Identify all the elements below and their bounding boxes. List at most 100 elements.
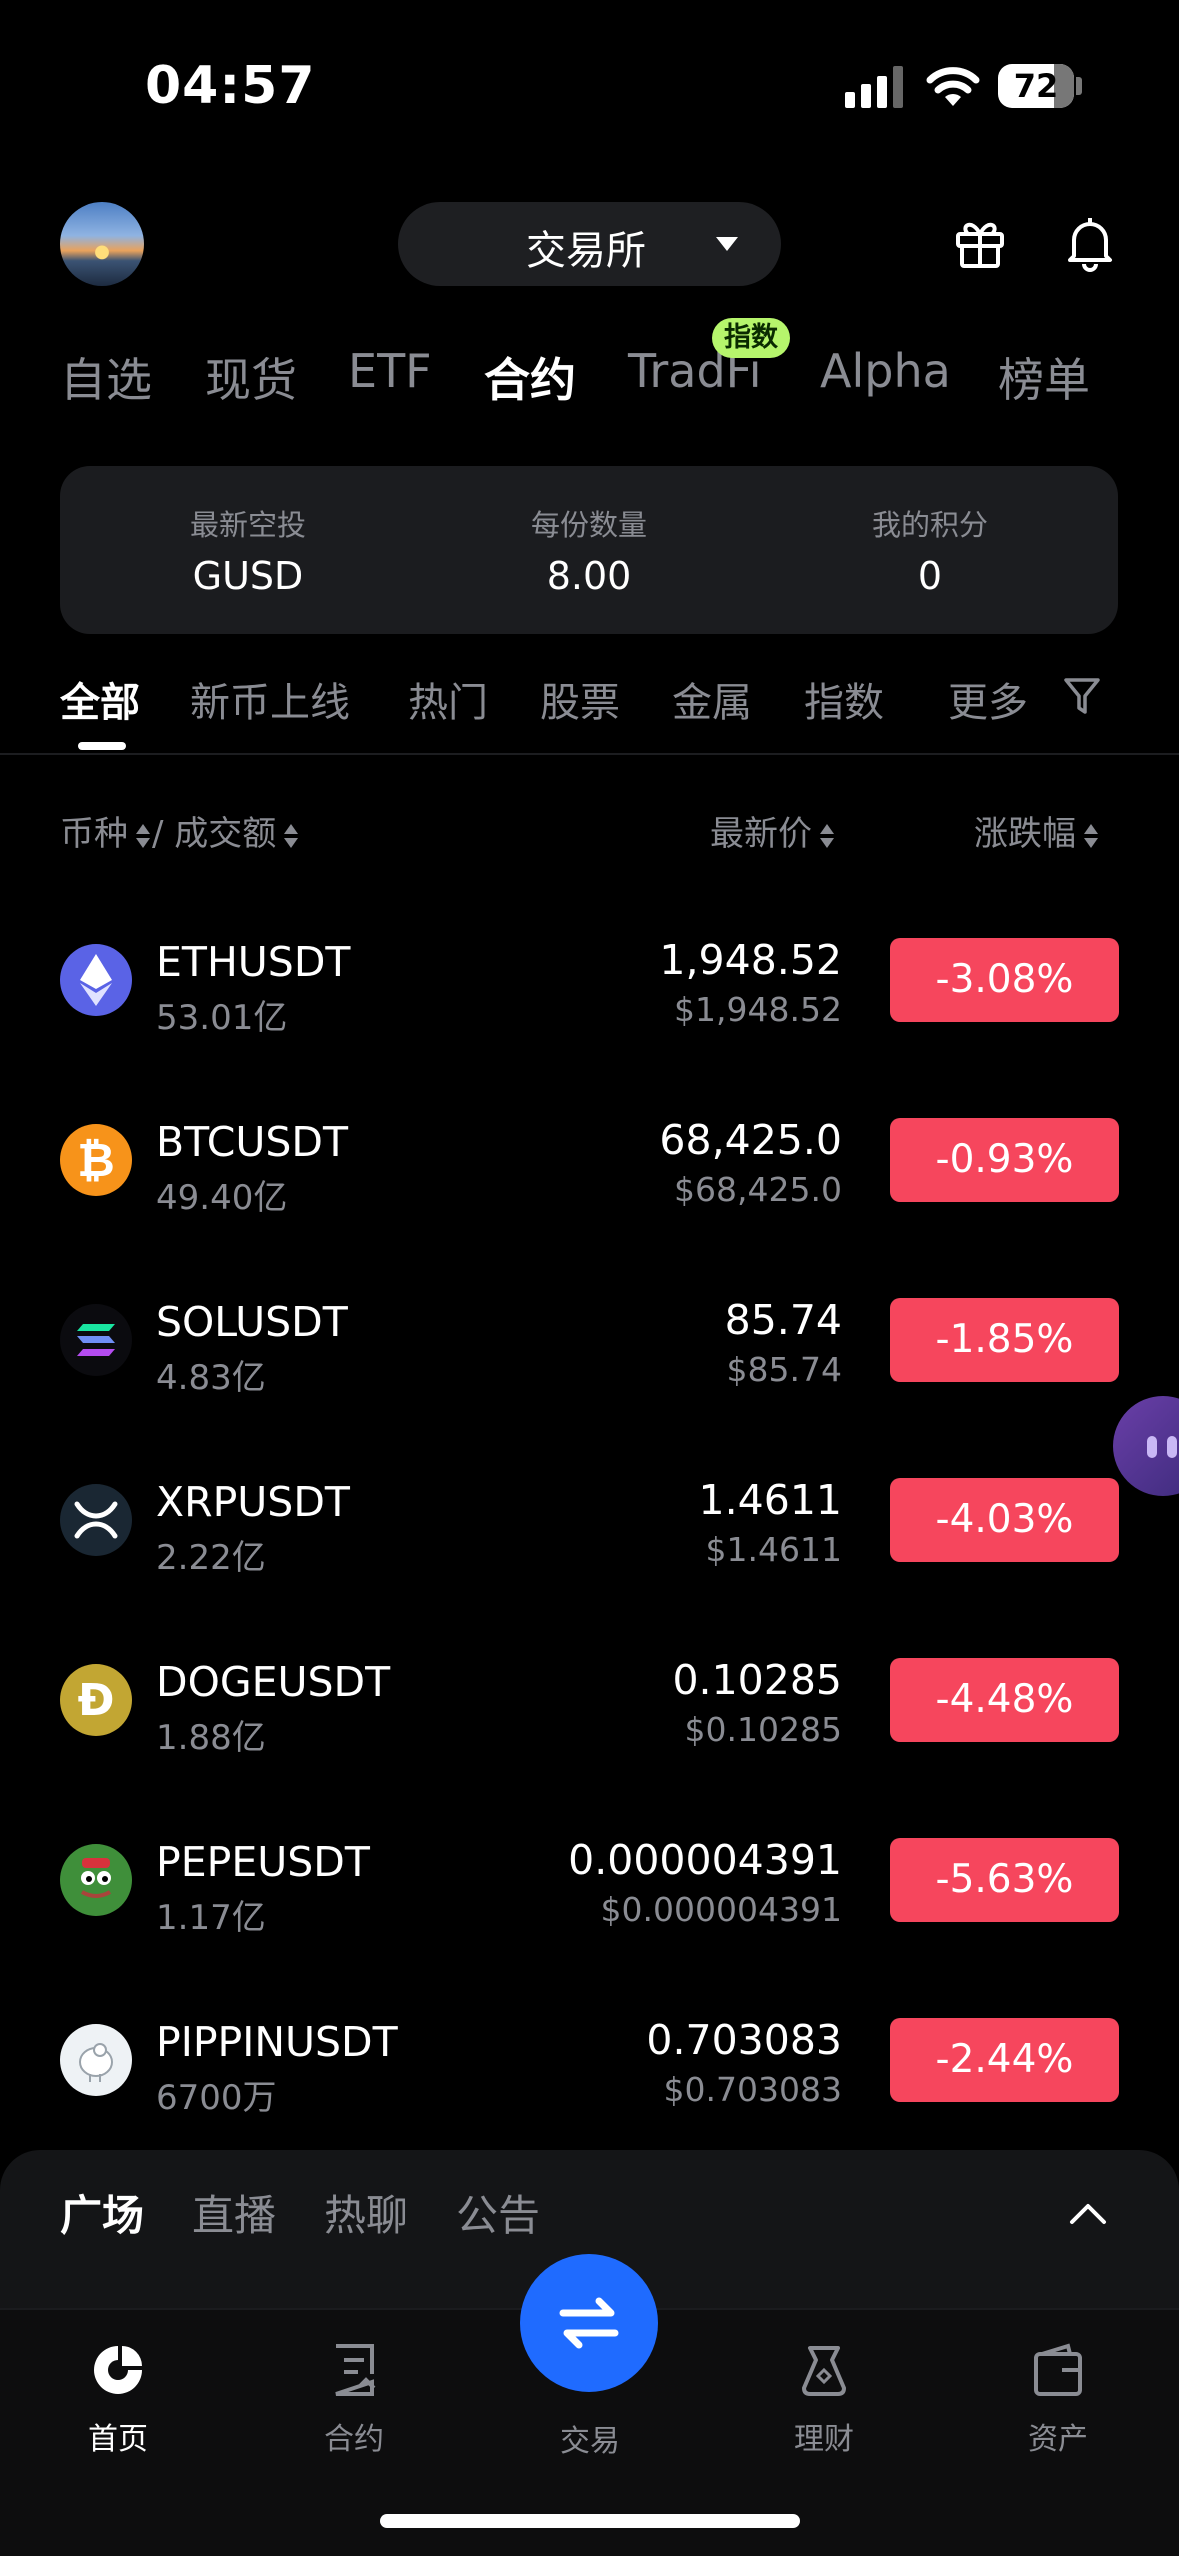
row-usd-price: $85.74 xyxy=(726,1350,842,1389)
contract-icon xyxy=(335,2344,376,2396)
tab-announcements[interactable]: 公告 xyxy=(456,2182,540,2243)
tab-live[interactable]: 直播 xyxy=(192,2182,276,2243)
tradfi-badge: 指数 xyxy=(712,318,790,358)
eth-icon xyxy=(60,944,132,1016)
airdrop-points-key: 我的积分 xyxy=(871,508,988,542)
exchange-label: 交易所 xyxy=(526,228,646,274)
table-row[interactable]: SOLUSDT 4.83亿 85.74 $85.74 -1.85% xyxy=(0,1258,1179,1438)
row-symbol: PEPEUSDT xyxy=(156,1838,370,1886)
row-usd-price: $1.4611 xyxy=(705,1530,842,1569)
column-change-label: 涨跌幅 xyxy=(974,814,1076,854)
row-volume: 6700万 xyxy=(156,2078,277,2118)
row-price: 0.10285 xyxy=(672,1656,842,1704)
table-row[interactable]: PIPPINUSDT 6700万 0.703083 $0.703083 -2.4… xyxy=(0,1978,1179,2158)
wifi-icon xyxy=(926,67,980,106)
tab-rankings[interactable]: 榜单 xyxy=(998,344,1090,410)
table-row[interactable]: XRPUSDT 2.22亿 1.4611 $1.4611 -4.03% xyxy=(0,1438,1179,1618)
row-change-badge[interactable]: -2.44% xyxy=(890,2018,1119,2102)
column-header-price[interactable]: 最新价 xyxy=(710,806,836,855)
nav-assets-label: 资产 xyxy=(1028,2422,1088,2457)
tab-chat[interactable]: 热聊 xyxy=(324,2182,408,2243)
nav-home[interactable]: 首页 xyxy=(28,2340,208,2458)
row-symbol: ETHUSDT xyxy=(156,938,351,986)
tab-etf[interactable]: ETF xyxy=(348,344,432,398)
row-usd-price: $0.000004391 xyxy=(600,1890,842,1929)
table-row[interactable]: PEPEUSDT 1.17亿 0.000004391 $0.000004391 … xyxy=(0,1798,1179,1978)
home-indicator xyxy=(380,2514,800,2528)
row-change-badge[interactable]: -4.48% xyxy=(890,1658,1119,1742)
filter-hot[interactable]: 热门 xyxy=(408,670,488,728)
nav-assets[interactable]: 资产 xyxy=(968,2340,1148,2458)
home-icon xyxy=(94,2346,142,2394)
row-change-badge[interactable]: -4.03% xyxy=(890,1478,1119,1562)
row-usd-price: $68,425.0 xyxy=(674,1170,842,1209)
cellular-signal-icon xyxy=(845,66,905,108)
row-price: 68,425.0 xyxy=(659,1116,842,1164)
table-row[interactable]: ₿ BTCUSDT 49.40亿 68,425.0 $68,425.0 -0.9… xyxy=(0,1078,1179,1258)
row-price: 1.4611 xyxy=(698,1476,842,1524)
row-change-badge[interactable]: -0.93% xyxy=(890,1118,1119,1202)
nav-contract[interactable]: 合约 xyxy=(264,2340,444,2458)
sol-icon xyxy=(60,1304,132,1376)
tab-futures[interactable]: 合约 xyxy=(484,344,576,410)
row-symbol: SOLUSDT xyxy=(156,1298,348,1346)
battery-icon: 72 xyxy=(998,64,1074,108)
filter-index[interactable]: 指数 xyxy=(804,670,884,728)
tab-spot[interactable]: 现货 xyxy=(205,344,297,410)
filter-new-listings[interactable]: 新币上线 xyxy=(190,670,350,728)
caret-down-icon xyxy=(716,237,738,251)
finance-icon xyxy=(802,2346,846,2396)
tab-alpha[interactable]: Alpha xyxy=(820,344,951,398)
row-price: 1,948.52 xyxy=(659,936,842,984)
filter-all[interactable]: 全部 xyxy=(60,670,140,728)
exchange-switcher[interactable]: 交易所 xyxy=(398,202,781,286)
chevron-up-icon[interactable] xyxy=(1068,2194,1108,2234)
column-separator: / xyxy=(152,814,164,854)
bell-icon[interactable] xyxy=(1060,212,1120,272)
airdrop-latest-value: GUSD xyxy=(192,554,304,598)
sort-icon xyxy=(818,820,836,852)
row-change-badge[interactable]: -1.85% xyxy=(890,1298,1119,1382)
nav-contract-label: 合约 xyxy=(324,2422,384,2457)
row-usd-price: $0.10285 xyxy=(684,1710,842,1749)
table-row[interactable]: ETHUSDT 53.01亿 1,948.52 $1,948.52 -3.08% xyxy=(0,898,1179,1078)
status-bar: 04:57 72 xyxy=(0,0,1179,170)
trade-button[interactable] xyxy=(520,2254,658,2392)
gift-icon[interactable] xyxy=(950,212,1010,272)
row-volume: 49.40亿 xyxy=(156,1178,288,1218)
sort-icon xyxy=(1082,820,1100,852)
row-volume: 1.88亿 xyxy=(156,1718,266,1758)
filter-icon[interactable] xyxy=(1062,674,1102,718)
avatar[interactable] xyxy=(60,202,144,286)
row-change-badge[interactable]: -3.08% xyxy=(890,938,1119,1022)
airdrop-amount-value: 8.00 xyxy=(546,554,632,598)
airdrop-points: 我的积分 0 xyxy=(800,502,1060,598)
column-volume-label: 成交额 xyxy=(174,814,277,854)
swap-icon xyxy=(559,2297,619,2349)
row-price: 85.74 xyxy=(724,1296,842,1344)
nav-finance-label: 理财 xyxy=(794,2422,854,2457)
status-time: 04:57 xyxy=(145,56,316,116)
active-tab-indicator xyxy=(78,742,126,750)
table-row[interactable]: Ð DOGEUSDT 1.88亿 0.10285 $0.10285 -4.48% xyxy=(0,1618,1179,1798)
row-symbol: XRPUSDT xyxy=(156,1478,350,1526)
filter-stocks[interactable]: 股票 xyxy=(540,670,620,728)
airdrop-latest: 最新空投 GUSD xyxy=(118,502,378,598)
nav-home-label: 首页 xyxy=(88,2422,148,2457)
tab-square[interactable]: 广场 xyxy=(60,2182,144,2243)
row-usd-price: $1,948.52 xyxy=(674,990,842,1029)
column-price-label: 最新价 xyxy=(710,814,812,854)
nav-finance[interactable]: 理财 xyxy=(734,2340,914,2458)
airdrop-card[interactable]: 最新空投 GUSD 每份数量 8.00 我的积分 0 xyxy=(60,466,1118,634)
row-volume: 1.17亿 xyxy=(156,1898,266,1938)
column-header-coin-volume[interactable]: 币种 / 成交额 xyxy=(60,806,300,855)
tab-watchlist[interactable]: 自选 xyxy=(60,344,152,410)
filter-more[interactable]: 更多 xyxy=(948,670,1028,728)
row-volume: 2.22亿 xyxy=(156,1538,266,1578)
row-volume: 4.83亿 xyxy=(156,1358,266,1398)
filter-metals[interactable]: 金属 xyxy=(672,670,752,728)
row-symbol: BTCUSDT xyxy=(156,1118,349,1166)
row-change-badge[interactable]: -5.63% xyxy=(890,1838,1119,1922)
row-usd-price: $0.703083 xyxy=(663,2070,842,2109)
column-header-change[interactable]: 涨跌幅 xyxy=(974,806,1100,855)
